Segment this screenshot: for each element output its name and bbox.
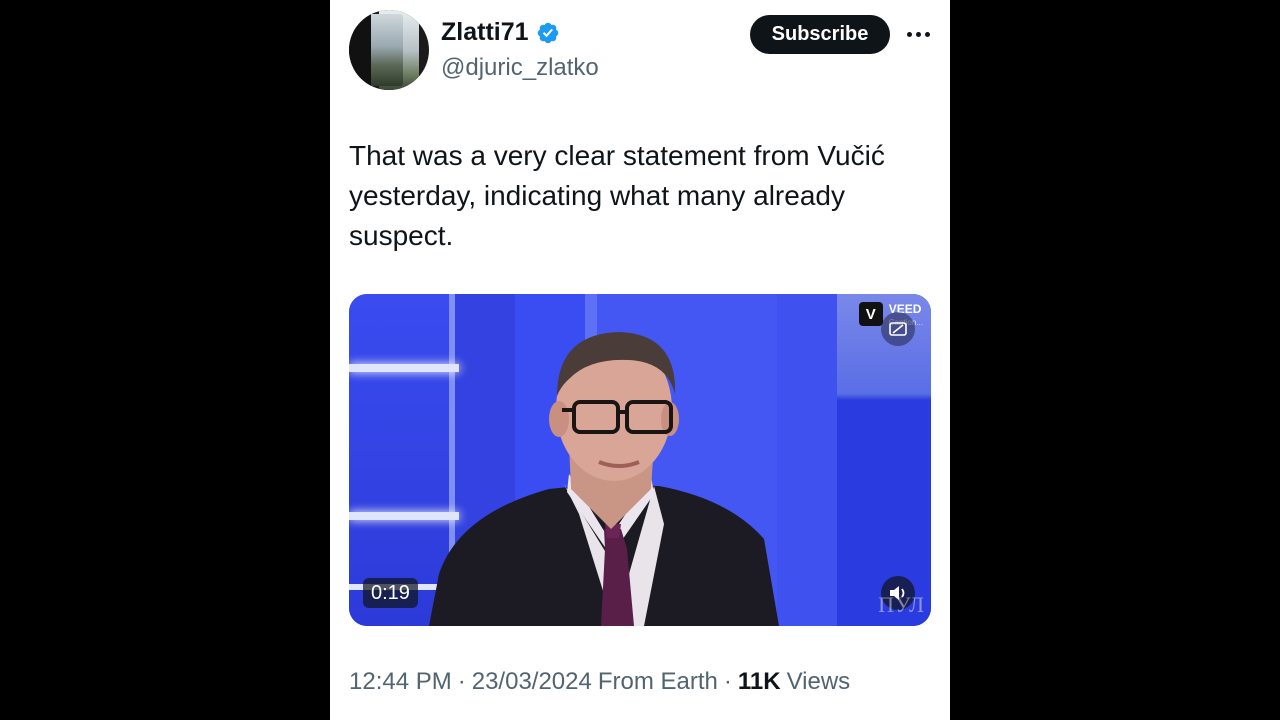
views-count[interactable]: 11K	[738, 668, 781, 696]
more-horizontal-icon[interactable]	[904, 22, 932, 46]
author-name-row[interactable]: Zlatti71	[441, 18, 560, 47]
channel-logo: ПУЛ	[878, 592, 925, 617]
author-handle[interactable]: @djuric_zlatko	[441, 54, 599, 82]
author-name[interactable]: Zlatti71	[441, 18, 529, 47]
veed-logo-icon: V	[858, 302, 883, 326]
video-player[interactable]: V VEED Caption... 0:19 ПУЛ	[349, 294, 931, 626]
meta-separator: ·	[723, 668, 732, 695]
video-timer: 0:19	[363, 578, 418, 608]
post-source: From Earth	[597, 668, 718, 695]
meta-separator: ·	[457, 668, 466, 695]
captions-icon[interactable]	[881, 312, 915, 346]
verified-badge-icon	[537, 22, 558, 43]
avatar[interactable]	[349, 10, 429, 90]
post-meta: 12:44 PM · 23/03/2024 From Earth · 11K V…	[349, 668, 850, 696]
subscribe-button[interactable]: Subscribe	[750, 15, 890, 54]
post-date[interactable]: 23/03/2024	[472, 668, 592, 696]
tweet-card: Zlatti71 @djuric_zlatko Subscribe That w…	[330, 0, 950, 720]
views-label[interactable]: Views	[787, 668, 851, 696]
video-frame-speaker	[429, 332, 779, 626]
post-text: That was a very clear statement from Vuč…	[349, 140, 885, 251]
post-time[interactable]: 12:44 PM	[349, 668, 452, 696]
